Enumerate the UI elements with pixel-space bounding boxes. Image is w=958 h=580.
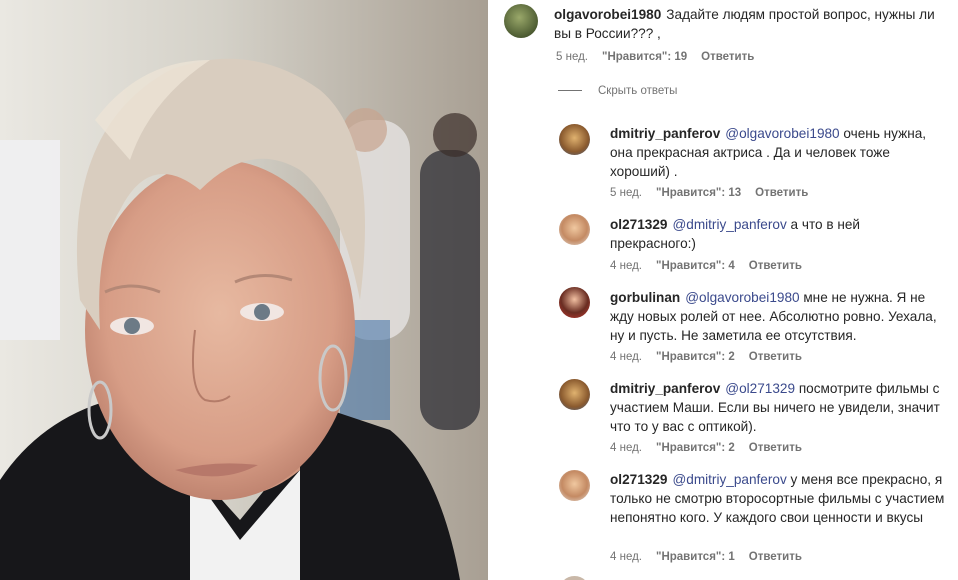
mention-link[interactable]: @olgavorobei1980: [685, 290, 799, 305]
comment-time[interactable]: 5 нед.: [610, 187, 642, 199]
comment-time[interactable]: 4 нед.: [610, 351, 642, 363]
comment-time[interactable]: 4 нед.: [610, 551, 642, 563]
reply-text: dmitriy_panferov @ol271329 посмотрите фил…: [610, 379, 948, 436]
comment-username[interactable]: ol271329: [610, 217, 667, 232]
main-comment-meta: 5 нед. "Нравится": 19 Ответить: [556, 51, 768, 63]
like-count[interactable]: "Нравится": 1: [656, 551, 735, 563]
comment-username[interactable]: olgavorobei1980: [554, 7, 661, 22]
reply-meta: 4 нед. "Нравится": 1 Ответить: [610, 551, 816, 563]
avatar[interactable]: [559, 124, 590, 155]
avatar[interactable]: [559, 214, 590, 245]
comments-panel: olgavorobei1980 Задайте людям простой воп…: [488, 0, 958, 580]
reply-button[interactable]: Ответить: [701, 51, 754, 63]
main-comment-text: olgavorobei1980 Задайте людям простой воп…: [554, 5, 944, 43]
reply-meta: 4 нед. "Нравится": 2 Ответить: [610, 442, 816, 454]
reply-meta: 4 нед. "Нравится": 2 Ответить: [610, 351, 816, 363]
reply-text: ol271329 @dmitriy_panferov а что в ней пр…: [610, 215, 880, 253]
avatar[interactable]: [559, 379, 590, 410]
comment-username[interactable]: dmitriy_panferov: [610, 126, 720, 141]
avatar[interactable]: [559, 576, 590, 580]
comment-time[interactable]: 4 нед.: [610, 442, 642, 454]
hide-replies-button[interactable]: Скрыть ответы: [558, 85, 677, 97]
like-count[interactable]: "Нравится": 13: [656, 187, 741, 199]
avatar[interactable]: [559, 287, 590, 318]
reply-button[interactable]: Ответить: [749, 351, 802, 363]
comment-username[interactable]: dmitriy_panferov: [610, 381, 720, 396]
avatar[interactable]: [504, 4, 538, 38]
reply-meta: 5 нед. "Нравится": 13 Ответить: [610, 187, 822, 199]
mention-link[interactable]: @ol271329: [725, 381, 795, 396]
reply-meta: 4 нед. "Нравится": 4 Ответить: [610, 260, 816, 272]
comment-username[interactable]: gorbulinan: [610, 290, 680, 305]
video-frame[interactable]: [0, 0, 488, 580]
reply-button[interactable]: Ответить: [749, 442, 802, 454]
like-count[interactable]: "Нравится": 4: [656, 260, 735, 272]
like-count[interactable]: "Нравится": 2: [656, 442, 735, 454]
divider-line: [558, 90, 582, 92]
mention-link[interactable]: @dmitriy_panferov: [672, 217, 786, 232]
video-image: [0, 0, 488, 580]
reply-text: dmitriy_panferov @olgavorobei1980 очень н…: [610, 124, 948, 181]
comment-time[interactable]: 4 нед.: [610, 260, 642, 272]
reply-button[interactable]: Ответить: [749, 260, 802, 272]
mention-link[interactable]: @olgavorobei1980: [725, 126, 839, 141]
comment-username[interactable]: ol271329: [610, 472, 667, 487]
reply-button[interactable]: Ответить: [749, 551, 802, 563]
mention-link[interactable]: @dmitriy_panferov: [672, 472, 786, 487]
hide-replies-label: Скрыть ответы: [598, 85, 678, 97]
reply-button[interactable]: Ответить: [755, 187, 808, 199]
reply-text: gorbulinan @olgavorobei1980 мне не нужна.…: [610, 288, 948, 345]
comment-time[interactable]: 5 нед.: [556, 51, 588, 63]
like-count[interactable]: "Нравится": 2: [656, 351, 735, 363]
avatar[interactable]: [559, 470, 590, 501]
reply-text: ol271329 @dmitriy_panferov у меня все пре…: [610, 470, 950, 527]
like-count[interactable]: "Нравится": 19: [602, 51, 687, 63]
